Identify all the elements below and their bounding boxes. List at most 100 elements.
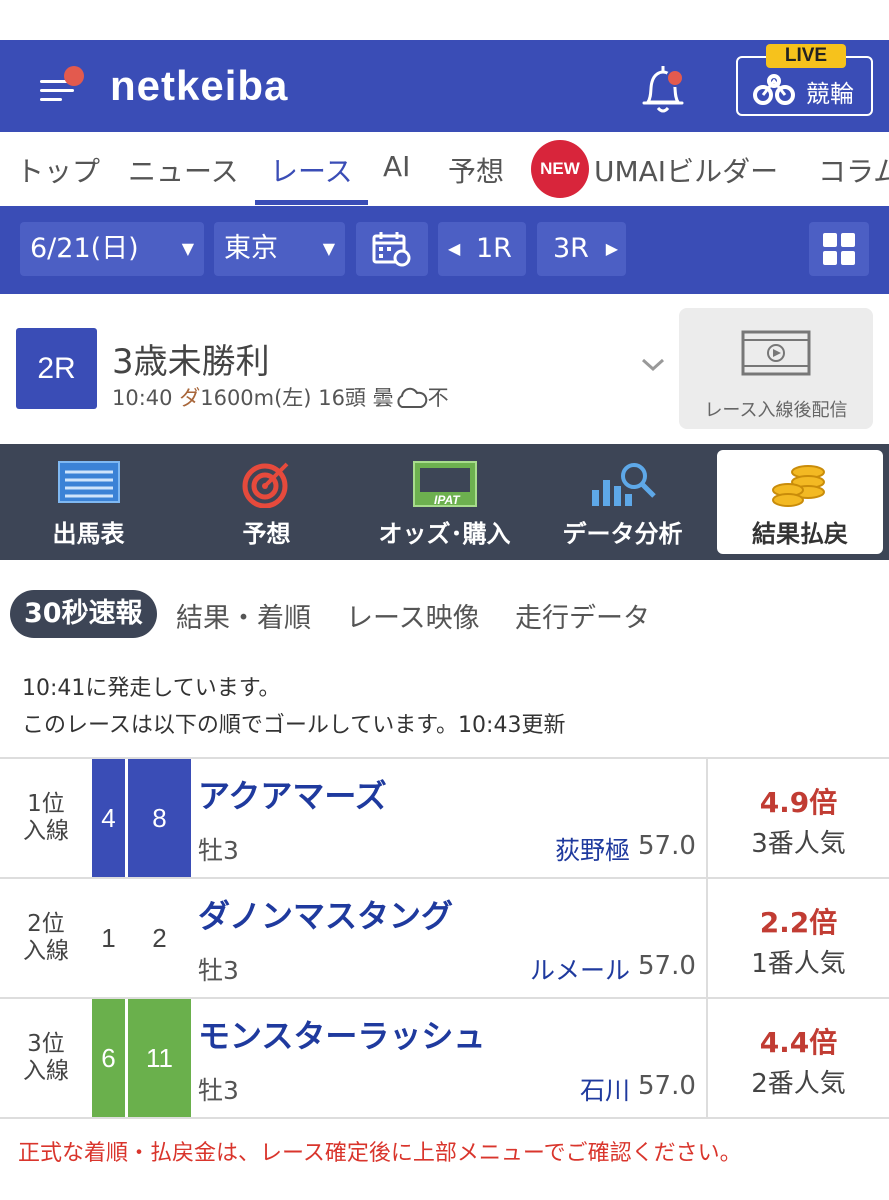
rank-cell: 1位 入線 (23, 791, 69, 844)
calendar-button[interactable] (356, 222, 428, 276)
calendar-icon (372, 232, 411, 267)
weight: 57.0 (638, 831, 696, 861)
umaban-cell: 11 (128, 999, 191, 1117)
table-row[interactable]: 1位 入線 4 8 アクアマーズ 牡3 荻野極 57.0 4.9倍 3番人気 (0, 757, 889, 877)
rank-cell: 3位 入線 (23, 1031, 69, 1084)
race-toolbar: 6/21(日) ▼ 東京 ▼ ◀ 1R 3R ▶ (0, 206, 889, 294)
bicycle-icon (753, 74, 795, 105)
race-number-badge: 2R (16, 328, 97, 409)
subtab-result[interactable]: 結果・着順 (176, 596, 311, 635)
nav-column[interactable]: コラム (818, 150, 889, 190)
race-header: 2R 3歳未勝利 10:40 ダ1600m(左) 16頭 曇 不 レース入線後配信 (0, 294, 889, 444)
umaban-cell: 2 (128, 879, 191, 997)
logo[interactable]: netkeiba (110, 62, 288, 110)
subtab-30sec[interactable]: 30秒速報 (10, 590, 157, 638)
menu-odds[interactable]: IPAT オッズ･購入 (356, 444, 533, 560)
race-menu: 出馬表 予想 IPAT オッズ･購入 データ分析 結果払戻 (0, 444, 889, 560)
jockey-name[interactable]: 荻野極 (400, 831, 630, 867)
race-heads: 16頭 (318, 386, 366, 410)
race-track-condition: 不 (427, 386, 449, 410)
nav-yoso[interactable]: 予想 (448, 150, 504, 190)
race-info: 10:40 ダ1600m(左) 16頭 曇 不 (112, 382, 449, 412)
app-header: netkeiba LIVE 競輪 (0, 40, 889, 132)
coins-icon (772, 465, 825, 507)
waku-cell: 6 (92, 999, 125, 1117)
rank-cell: 2位 入線 (23, 911, 69, 964)
race-surface: ダ (179, 386, 201, 410)
bell-icon[interactable] (638, 62, 688, 118)
race-weather: 曇 (372, 386, 394, 410)
start-message: 10:41に発走しています。 (22, 676, 281, 701)
date-value: 6/21(日) (30, 233, 139, 264)
sex-age: 牡3 (198, 1076, 239, 1105)
subtab-video[interactable]: レース映像 (346, 596, 480, 635)
keirin-live-button[interactable]: LIVE 競輪 (736, 44, 873, 116)
weight: 57.0 (638, 951, 696, 981)
nav-active-indicator (255, 200, 368, 205)
menu-shutuba[interactable]: 出馬表 (0, 444, 177, 560)
target-icon (242, 462, 288, 508)
menu-yoso[interactable]: 予想 (178, 444, 355, 560)
date-select[interactable]: 6/21(日) ▼ (20, 222, 204, 276)
live-tag: LIVE (766, 44, 846, 68)
race-time: 10:40 (112, 386, 173, 410)
horse-name[interactable]: モンスターラッシュ (198, 1011, 485, 1057)
odds: 2.2倍 (759, 906, 838, 939)
horse-name[interactable]: ダノンマスタング (198, 891, 453, 937)
film-icon (741, 330, 811, 376)
horse-name[interactable]: アクアマーズ (198, 771, 387, 817)
menu-label: 結果払戻 (752, 520, 848, 548)
umaban-cell: 8 (128, 759, 191, 877)
menu-data[interactable]: データ分析 (534, 444, 711, 560)
jockey-name[interactable]: 石川 (400, 1071, 630, 1107)
global-nav: トップ ニュース レース AI 予想 NEW UMAIビルダー コラム (0, 132, 889, 206)
prev-race-button[interactable]: ◀ 1R (438, 222, 526, 276)
race-title: 3歳未勝利 (112, 342, 270, 382)
race-distance: 1600m(左) (200, 386, 312, 410)
caret-left-icon: ◀ (448, 239, 461, 258)
menu-label: 出馬表 (52, 520, 125, 548)
popularity: 3番人気 (751, 829, 846, 859)
table-row[interactable]: 3位 入線 6 11 モンスターラッシュ 牡3 石川 57.0 4.4倍 2番人気 (0, 997, 889, 1117)
waku-cell: 1 (92, 879, 125, 997)
nav-ai[interactable]: AI (383, 150, 410, 183)
caret-right-icon: ▶ (605, 239, 618, 258)
grid-icon (823, 233, 855, 265)
waku-cell: 4 (92, 759, 125, 877)
sex-age: 牡3 (198, 836, 239, 865)
prev-race-label: 1R (476, 233, 512, 264)
popularity: 1番人気 (751, 949, 846, 979)
race-video-button[interactable]: レース入線後配信 (679, 308, 873, 429)
subtab-running-data[interactable]: 走行データ (515, 596, 650, 635)
menu-icon[interactable] (40, 66, 84, 102)
keirin-label: 競輪 (806, 80, 854, 108)
grid-menu-button[interactable] (809, 222, 869, 276)
menu-label: データ分析 (562, 520, 683, 548)
video-label: レース入線後配信 (704, 400, 848, 421)
divider (0, 1117, 889, 1119)
sex-age: 牡3 (198, 956, 239, 985)
caret-down-icon: ▼ (322, 239, 335, 258)
notice-text: 正式な着順・払戻金は、レース確定後に上部メニューでご確認ください。 (18, 1141, 742, 1166)
nav-news[interactable]: ニュース (128, 150, 239, 190)
new-badge: NEW (531, 140, 589, 198)
jockey-name[interactable]: ルメール (400, 951, 630, 987)
next-race-label: 3R (553, 233, 589, 264)
next-race-button[interactable]: 3R ▶ (537, 222, 626, 276)
cloud-icon (397, 387, 427, 408)
popularity: 2番人気 (751, 1069, 846, 1099)
chart-search-icon (591, 463, 656, 506)
notification-dot (64, 66, 84, 86)
chevron-down-icon[interactable] (640, 354, 666, 374)
nav-top[interactable]: トップ (16, 150, 100, 190)
goal-message: このレースは以下の順でゴールしています。10:43更新 (22, 713, 566, 738)
venue-select[interactable]: 東京 ▼ (214, 222, 345, 276)
table-row[interactable]: 2位 入線 1 2 ダノンマスタング 牡3 ルメール 57.0 2.2倍 1番人気 (0, 877, 889, 997)
menu-result[interactable]: 結果払戻 (717, 450, 883, 554)
svg-text:IPAT: IPAT (434, 493, 461, 507)
menu-label: オッズ･購入 (378, 520, 511, 548)
nav-race[interactable]: レース (270, 150, 353, 190)
nav-umai-builder[interactable]: UMAIビルダー (594, 150, 778, 190)
odds: 4.9倍 (759, 786, 838, 819)
caret-down-icon: ▼ (181, 239, 194, 258)
